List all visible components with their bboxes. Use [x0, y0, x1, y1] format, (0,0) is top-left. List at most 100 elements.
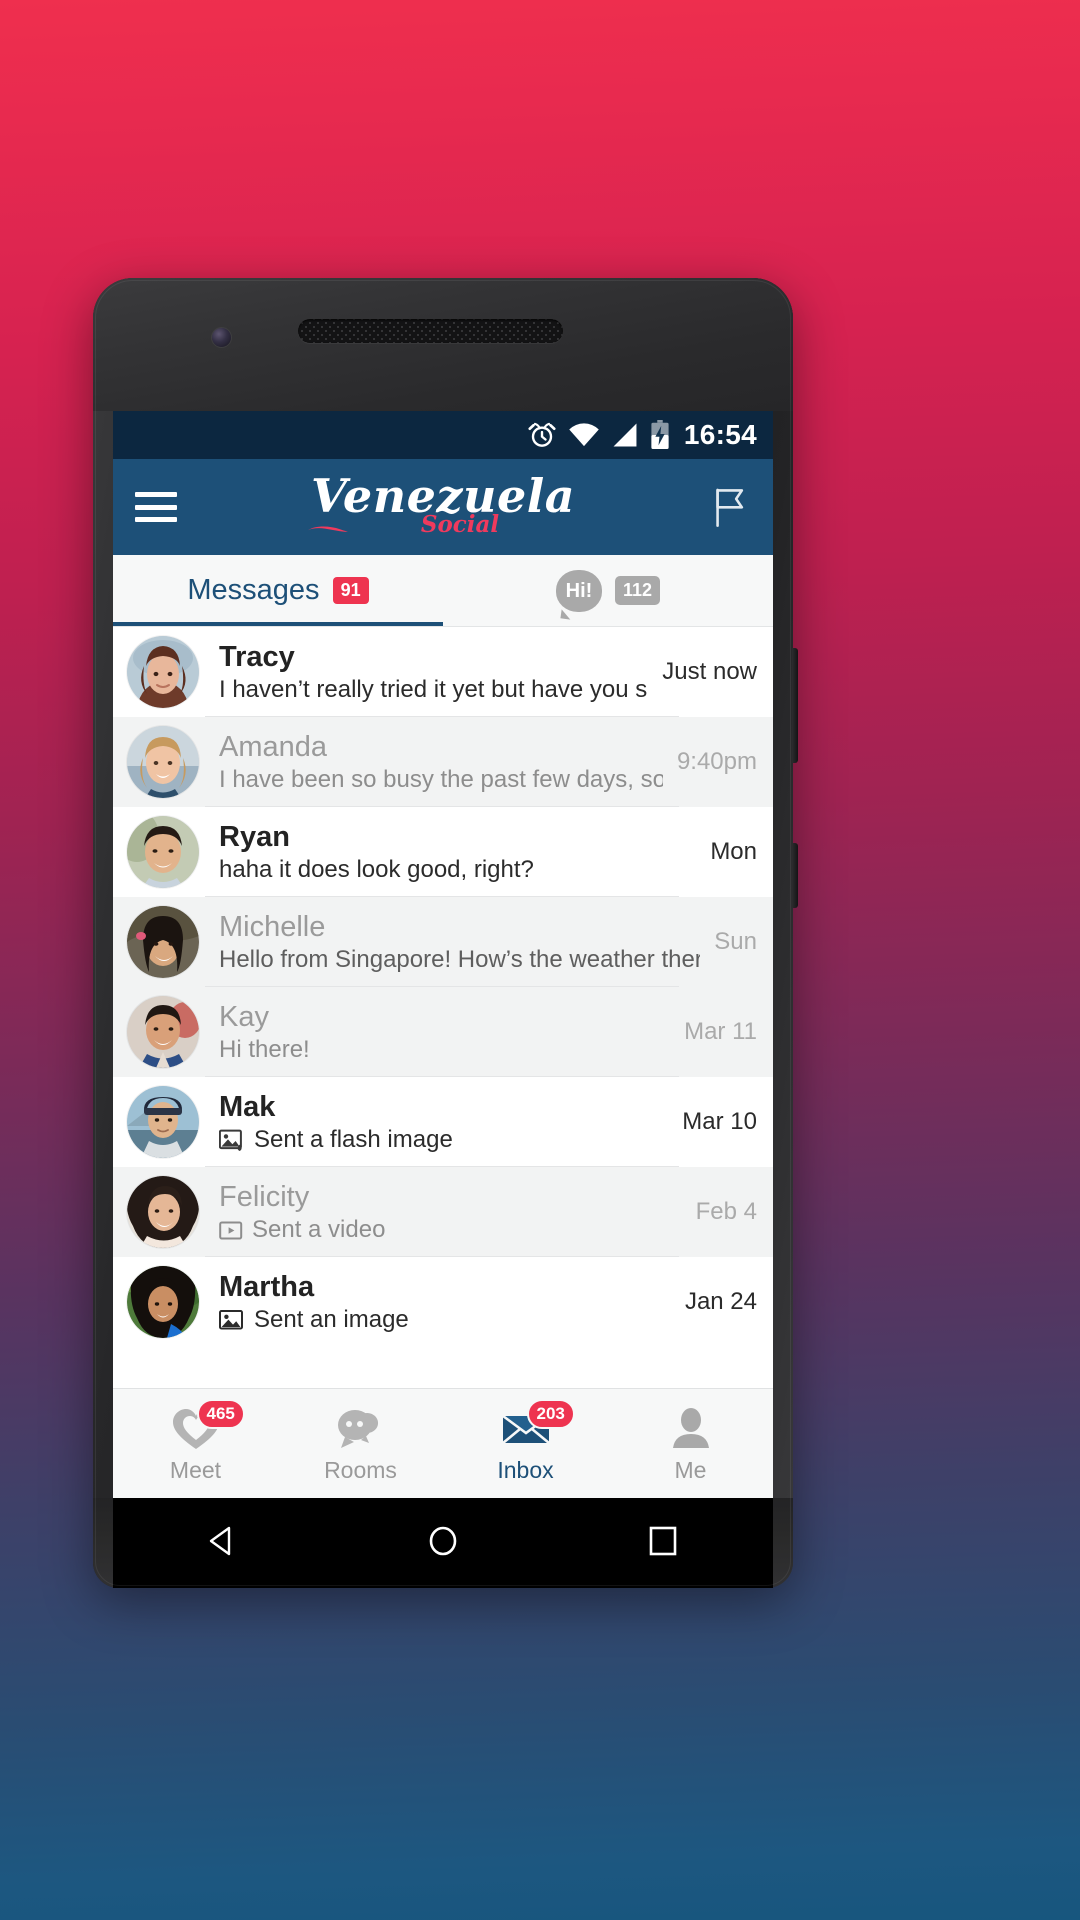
message-preview: Sent a video	[219, 1216, 682, 1244]
message-time: Sun	[714, 928, 757, 955]
row-body: Felicity Sent a video	[219, 1180, 682, 1245]
contact-name: Mak	[219, 1090, 276, 1123]
message-preview-text: I have been so busy the past few days, s…	[219, 765, 663, 793]
table-row[interactable]: Martha Sent an image Jan 24	[113, 1257, 773, 1347]
contact-name: Tracy	[219, 640, 295, 673]
battery-charging-icon	[651, 420, 669, 450]
envelope-icon: 203	[500, 1398, 575, 1452]
speech-bubble-icon: Hi!	[555, 569, 602, 612]
nav-item-meet[interactable]: 465 Meet	[113, 1398, 278, 1483]
contact-name: Amanda	[219, 730, 328, 763]
nav-badge-inbox: 203	[526, 1398, 575, 1429]
back-triangle-icon[interactable]	[204, 1522, 242, 1565]
message-time: 9:40pm	[676, 748, 757, 775]
avatar	[127, 996, 199, 1068]
video-icon	[219, 1221, 243, 1240]
table-row[interactable]: Kay Hi there! Mar 11	[113, 987, 773, 1077]
table-row[interactable]: Tracy I haven’t really tried it yet but …	[113, 627, 773, 717]
bottom-navigation: 465 Meet Rooms 203 Inbox Me	[113, 1388, 773, 1498]
phone-device: 16:54 Venezuela Social Messages 91 Hi! 1…	[93, 278, 798, 1588]
contact-name: Ryan	[219, 820, 290, 853]
brand-subtitle: Social	[307, 510, 575, 538]
android-navigation-bar	[113, 1498, 773, 1588]
flash-image-icon	[219, 1129, 242, 1151]
cellular-signal-icon	[613, 423, 637, 447]
row-body: Ryan haha it does look good, right?	[219, 820, 696, 885]
message-preview-text: haha it does look good, right?	[219, 855, 534, 883]
home-circle-icon[interactable]	[424, 1522, 462, 1565]
heart-icon: 465	[170, 1398, 245, 1452]
table-row[interactable]: Felicity Sent a video Feb 4	[113, 1167, 773, 1257]
avatar	[127, 726, 199, 798]
message-time: Mar 10	[682, 1108, 757, 1135]
nav-label-me: Me	[674, 1456, 707, 1483]
brand-logo: Venezuela Social	[307, 473, 575, 538]
tab-messages[interactable]: Messages 91	[113, 555, 443, 626]
message-preview-text: Hello from Singapore! How’s the weather …	[219, 945, 701, 973]
message-preview-text: I haven’t really tried it yet but have y…	[219, 675, 648, 703]
message-time: Mar 11	[684, 1018, 757, 1045]
tab-bar: Messages 91 Hi! 112	[113, 555, 773, 627]
nav-label-rooms: Rooms	[324, 1456, 397, 1483]
hamburger-menu-icon[interactable]	[135, 492, 177, 522]
image-icon	[219, 1310, 243, 1330]
message-preview-text: Sent a flash image	[254, 1125, 453, 1153]
row-body: Amanda I have been so busy the past few …	[219, 730, 663, 795]
brand-swash-icon	[307, 525, 348, 532]
volume-button[interactable]	[792, 648, 798, 763]
nav-item-me[interactable]: Me	[608, 1406, 773, 1482]
contact-name: Martha	[219, 1270, 315, 1303]
row-body: Martha Sent an image	[219, 1270, 671, 1335]
tab-hi[interactable]: Hi! 112	[443, 555, 773, 626]
row-body: Michelle Hello from Singapore! How’s the…	[219, 910, 700, 975]
table-row[interactable]: Ryan haha it does look good, right? Mon	[113, 807, 773, 897]
message-preview: Sent a flash image	[219, 1126, 668, 1154]
message-preview-text: Sent an image	[254, 1305, 409, 1333]
message-preview: I have been so busy the past few days, s…	[219, 766, 663, 794]
message-preview: haha it does look good, right?	[219, 856, 696, 884]
phone-screen: 16:54 Venezuela Social Messages 91 Hi! 1…	[113, 411, 773, 1498]
tab-messages-badge: 91	[332, 577, 369, 604]
recents-square-icon[interactable]	[644, 1522, 682, 1565]
nav-label-meet: Meet	[169, 1456, 222, 1483]
message-preview: Hello from Singapore! How’s the weather …	[219, 946, 700, 974]
brand-subtitle-text: Social	[420, 510, 500, 538]
message-preview-text: Sent a video	[252, 1215, 386, 1243]
table-row[interactable]: Amanda I have been so busy the past few …	[113, 717, 773, 807]
power-button[interactable]	[792, 843, 798, 908]
alarm-icon	[528, 422, 556, 447]
flag-icon[interactable]	[711, 487, 747, 527]
nav-label-inbox: Inbox	[497, 1456, 554, 1483]
message-preview: Hi there!	[219, 1036, 670, 1064]
status-bar-time: 16:54	[683, 419, 757, 450]
nav-item-rooms[interactable]: Rooms	[278, 1406, 443, 1482]
message-time: Just now	[662, 658, 757, 685]
contact-name: Felicity	[219, 1180, 310, 1213]
message-list: Tracy I haven’t really tried it yet but …	[113, 627, 773, 1347]
avatar	[127, 1176, 199, 1248]
earpiece-speaker	[298, 319, 563, 343]
message-time: Jan 24	[684, 1288, 757, 1315]
tab-active-indicator	[113, 622, 443, 626]
nav-item-inbox[interactable]: 203 Inbox	[443, 1398, 608, 1483]
tab-hi-badge: 112	[614, 576, 661, 605]
chat-bubbles-icon	[335, 1406, 387, 1452]
person-icon	[665, 1406, 717, 1452]
row-body: Tracy I haven’t really tried it yet but …	[219, 640, 648, 705]
app-bar: Venezuela Social	[113, 459, 773, 555]
avatar	[127, 636, 199, 708]
front-camera	[212, 328, 231, 347]
tab-hi-bubble-text: Hi!	[565, 579, 593, 602]
message-preview: Sent an image	[219, 1306, 671, 1334]
nav-badge-meet: 465	[196, 1398, 245, 1429]
tab-messages-label: Messages	[187, 574, 320, 606]
wifi-icon	[569, 423, 599, 447]
avatar	[127, 1266, 199, 1338]
table-row[interactable]: Michelle Hello from Singapore! How’s the…	[113, 897, 773, 987]
avatar	[127, 1086, 199, 1158]
phone-top-face	[93, 278, 793, 411]
table-row[interactable]: Mak Sent a flash image Mar 10	[113, 1077, 773, 1167]
message-time: Feb 4	[695, 1198, 757, 1225]
message-preview-text: Hi there!	[219, 1035, 310, 1063]
row-body: Kay Hi there!	[219, 1000, 670, 1065]
